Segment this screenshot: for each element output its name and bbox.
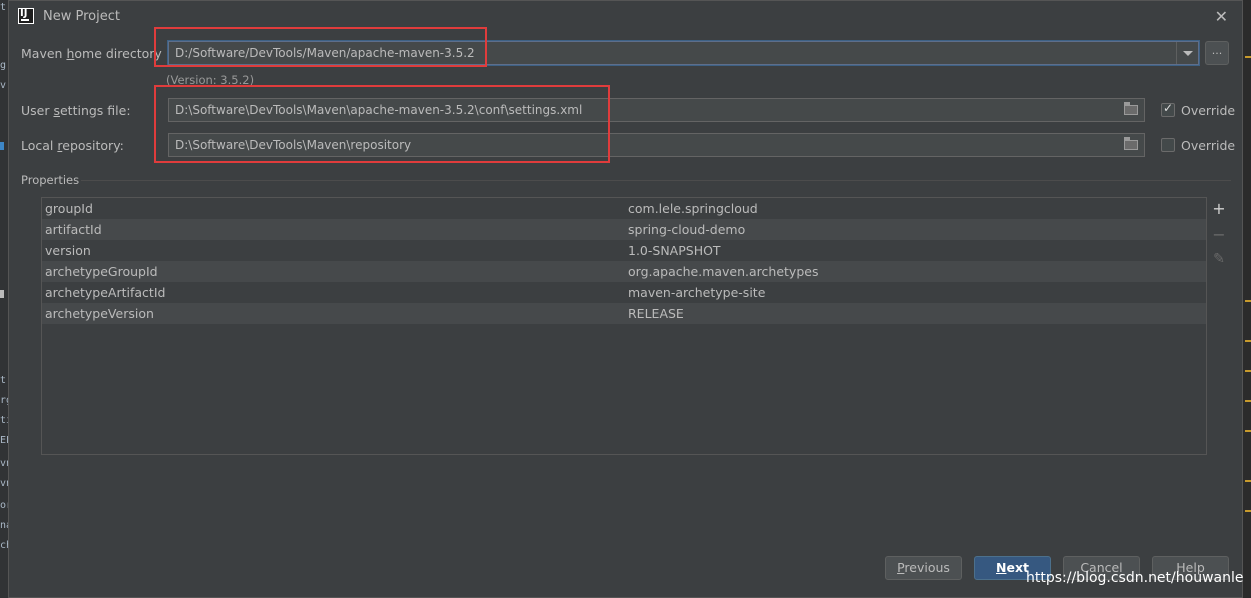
edit-icon[interactable]: ✎ (1212, 251, 1226, 267)
property-key: groupId (45, 201, 93, 216)
property-key: archetypeArtifactId (45, 285, 166, 300)
table-row[interactable]: artifactId spring-cloud-demo (42, 219, 1206, 240)
ide-fragment: t (0, 375, 7, 386)
property-value: org.apache.maven.archetypes (628, 264, 819, 279)
table-row[interactable]: archetypeArtifactId maven-archetype-site (42, 282, 1206, 303)
user-settings-label: User settings file: (21, 103, 131, 118)
local-repository-override-checkbox[interactable] (1161, 138, 1175, 152)
table-row[interactable]: archetypeVersion RELEASE (42, 303, 1206, 324)
add-icon[interactable]: + (1212, 199, 1226, 218)
properties-section-title: Properties (21, 173, 80, 187)
close-icon[interactable]: ✕ (1215, 7, 1228, 26)
previous-button[interactable]: Previous (885, 556, 962, 580)
table-row[interactable]: version 1.0-SNAPSHOT (42, 240, 1206, 261)
local-repository-label: Local repository: (21, 138, 124, 153)
properties-toolbar: + − ✎ (1206, 197, 1231, 455)
annotation-box-maven-home (154, 27, 487, 67)
user-settings-override-label: Override (1181, 103, 1236, 118)
folder-icon[interactable] (1124, 137, 1138, 150)
ide-fragment (0, 142, 4, 150)
properties-table: groupId com.lele.springcloud artifactId … (41, 197, 1207, 455)
table-row[interactable]: groupId com.lele.springcloud (42, 198, 1206, 219)
property-value: maven-archetype-site (628, 285, 766, 300)
watermark-text: https://blog.csdn.net/houwanle (1026, 570, 1244, 586)
property-value: RELEASE (628, 306, 684, 321)
property-value: com.lele.springcloud (628, 201, 758, 216)
property-value: 1.0-SNAPSHOT (628, 243, 721, 258)
maven-home-label: Maven home directory (21, 46, 162, 61)
property-key: version (45, 243, 91, 258)
chevron-down-icon[interactable] (1176, 42, 1198, 64)
property-key: archetypeGroupId (45, 264, 158, 279)
property-key: archetypeVersion (45, 306, 154, 321)
property-key: artifactId (45, 222, 102, 237)
maven-home-browse-button[interactable]: ... (1205, 41, 1229, 65)
section-divider (81, 180, 1231, 181)
ide-background-right (1243, 0, 1251, 598)
intellij-app-icon (18, 8, 34, 24)
ide-fragment (0, 290, 4, 298)
ide-fragment: g (0, 60, 7, 71)
table-row[interactable]: archetypeGroupId org.apache.maven.archet… (42, 261, 1206, 282)
dialog-title: New Project (43, 9, 120, 24)
remove-icon[interactable]: − (1212, 225, 1226, 244)
user-settings-override-checkbox[interactable] (1161, 101, 1175, 117)
ide-fragment: v (0, 80, 7, 91)
property-value: spring-cloud-demo (628, 222, 746, 237)
annotation-box-settings-repository (154, 85, 610, 163)
folder-icon[interactable] (1124, 102, 1138, 115)
local-repository-override-label: Override (1181, 138, 1236, 153)
